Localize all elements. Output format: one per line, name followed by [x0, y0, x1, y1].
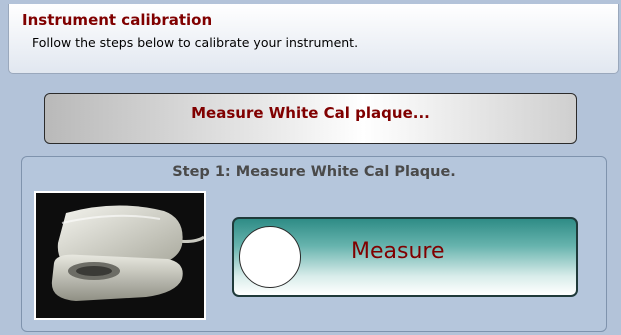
header-panel: Instrument calibration Follow the steps …: [8, 4, 619, 74]
measure-status-indicator: [239, 226, 301, 288]
status-text: Measure White Cal plaque...: [191, 103, 430, 122]
page-title: Instrument calibration: [22, 11, 213, 29]
page-subtitle: Follow the steps below to calibrate your…: [32, 35, 359, 50]
step-title: Step 1: Measure White Cal Plaque.: [172, 164, 456, 180]
status-bar: Measure White Cal plaque...: [44, 93, 577, 144]
white-cal-plaque-photo: [34, 191, 206, 320]
measure-button[interactable]: Measure: [232, 217, 578, 297]
step-panel: Step 1: Measure White Cal Plaque. Measur…: [21, 156, 607, 332]
measure-button-label: Measure: [351, 239, 445, 264]
plaque-device-illustration: [36, 193, 204, 318]
